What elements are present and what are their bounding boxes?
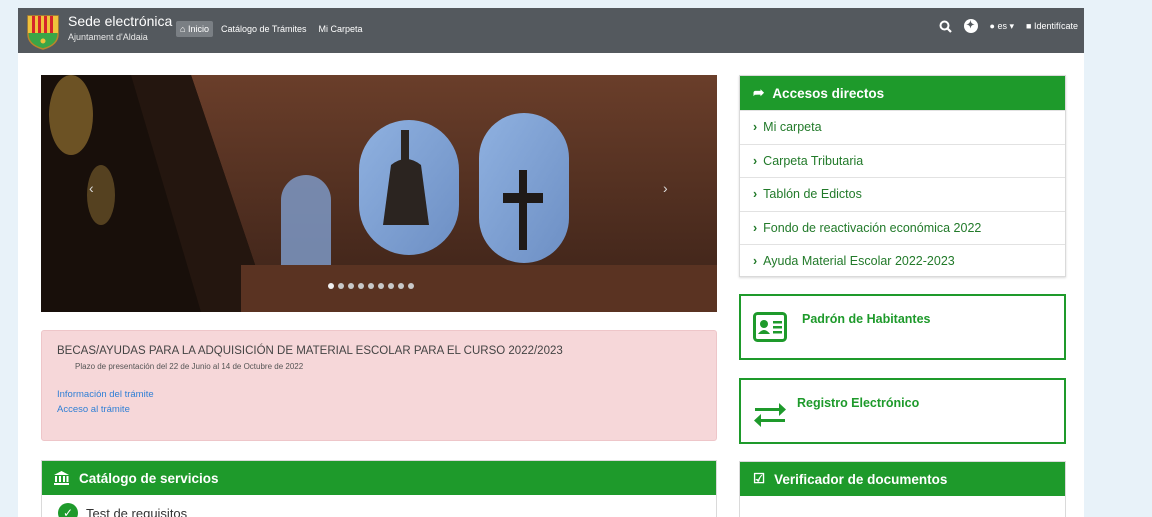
chevron-right-icon: › [753,220,758,235]
user-icon: ■ [1026,21,1032,31]
carousel-dot[interactable] [398,283,404,289]
electronic-registry-box[interactable]: Registro Electrónico [739,378,1066,444]
id-card-icon [753,312,787,342]
caret-down-icon: ▾ [1009,20,1015,31]
language-label: es [997,20,1007,31]
chevron-right-icon: › [753,153,758,168]
census-title: Padrón de Habitantes [802,312,931,326]
alert-subtitle: Plazo de presentación del 22 de Junio al… [75,362,304,371]
carousel-dot[interactable] [328,283,334,289]
procedure-access-link[interactable]: Acceso al trámite [57,404,130,415]
announcement-alert: BECAS/AYUDAS PARA LA ADQUISICIÓN DE MATE… [41,330,717,441]
verifier-header: ☑ Verificador de documentos [740,462,1065,496]
shortcut-label: Mi carpeta [763,120,822,135]
login-label: Identifícate [1033,21,1078,31]
nav-tools: ✦ ● es ▾ ■ Identifícate [939,19,1078,33]
shortcut-carpeta-tributaria[interactable]: › Carpeta Tributaria [740,143,1065,178]
carousel-next-button[interactable]: › [663,180,668,196]
carousel-dot[interactable] [378,283,384,289]
check-icon: ✓ [58,503,78,517]
shortcut-label: Tablón de Edictos [763,187,862,202]
requirements-test-label: Test de requisitos [86,505,188,517]
top-navbar: Sede electrónica Ajuntament d'Aldaia ⌂ I… [18,8,1084,53]
registry-title: Registro Electrónico [797,396,920,410]
chevron-right-icon: › [753,120,758,135]
document-verifier-panel: ☑ Verificador de documentos [739,461,1066,517]
catalog-title: Catálogo de servicios [79,470,219,486]
municipal-shield-logo[interactable] [24,12,62,50]
share-arrow-icon: ➦ [753,85,765,100]
carousel-dot[interactable] [348,283,354,289]
checkbox-icon: ☑ [753,471,766,486]
requirements-test-link[interactable]: ✓ Test de requisitos [58,503,187,517]
nav-home[interactable]: ⌂ Inicio [176,21,213,37]
carousel-dot[interactable] [358,283,364,289]
chevron-right-icon: › [753,254,758,269]
home-icon: ⌂ [180,24,186,34]
carousel-dot[interactable] [338,283,344,289]
nav-home-label: Inicio [187,24,209,34]
chevron-right-icon: › [753,187,758,202]
search-icon[interactable] [939,20,952,33]
carousel-dot[interactable] [388,283,394,289]
shortcut-tablon-edictos[interactable]: › Tablón de Edictos [740,177,1065,211]
shortcut-mi-carpeta[interactable]: › Mi carpeta [740,110,1065,144]
carousel-prev-button[interactable]: ‹ [89,180,94,196]
services-catalog-panel: Catálogo de servicios ✓ Test de requisit… [41,460,717,517]
shortcuts-title: Accesos directos [772,85,885,101]
login-link[interactable]: ■ Identifícate [1026,21,1078,31]
site-subtitle: Ajuntament d'Aldaia [68,32,148,42]
accessibility-icon[interactable]: ✦ [963,19,978,33]
shortcuts-panel: ➦ Accesos directos › Mi carpeta › Carpet… [739,75,1066,277]
image-carousel[interactable]: ‹ › [41,75,717,312]
language-selector[interactable]: ● es ▾ [990,21,1015,32]
catalog-header: Catálogo de servicios [42,461,716,495]
procedure-info-link[interactable]: Información del trámite [57,389,154,400]
nav-catalog[interactable]: Catálogo de Trámites [217,21,311,37]
institution-icon [54,471,69,485]
carousel-dot[interactable] [408,283,414,289]
globe-icon: ● [989,20,995,31]
shortcut-fondo-reactivacion[interactable]: › Fondo de reactivación económica 2022 [740,210,1065,245]
main-nav: ⌂ Inicio Catálogo de Trámites Mi Carpeta [176,21,367,37]
shortcut-label: Ayuda Material Escolar 2022-2023 [763,254,955,269]
shortcuts-header: ➦ Accesos directos [740,76,1065,110]
shortcut-label: Fondo de reactivación económica 2022 [763,220,982,235]
shortcut-label: Carpeta Tributaria [763,153,864,168]
site-title[interactable]: Sede electrónica [68,13,172,29]
page: Sede electrónica Ajuntament d'Aldaia ⌂ I… [18,8,1084,517]
shortcut-ayuda-material[interactable]: › Ayuda Material Escolar 2022-2023 [740,244,1065,278]
verifier-title[interactable]: Verificador de documentos [774,472,947,487]
nav-my-folder[interactable]: Mi Carpeta [315,21,367,37]
carousel-indicators [328,283,414,289]
exchange-arrows-icon [754,403,786,427]
bell-tower-photo [41,75,717,312]
alert-title: BECAS/AYUDAS PARA LA ADQUISICIÓN DE MATE… [57,345,563,357]
carousel-dot[interactable] [368,283,374,289]
census-box[interactable]: Padrón de Habitantes [739,294,1066,360]
